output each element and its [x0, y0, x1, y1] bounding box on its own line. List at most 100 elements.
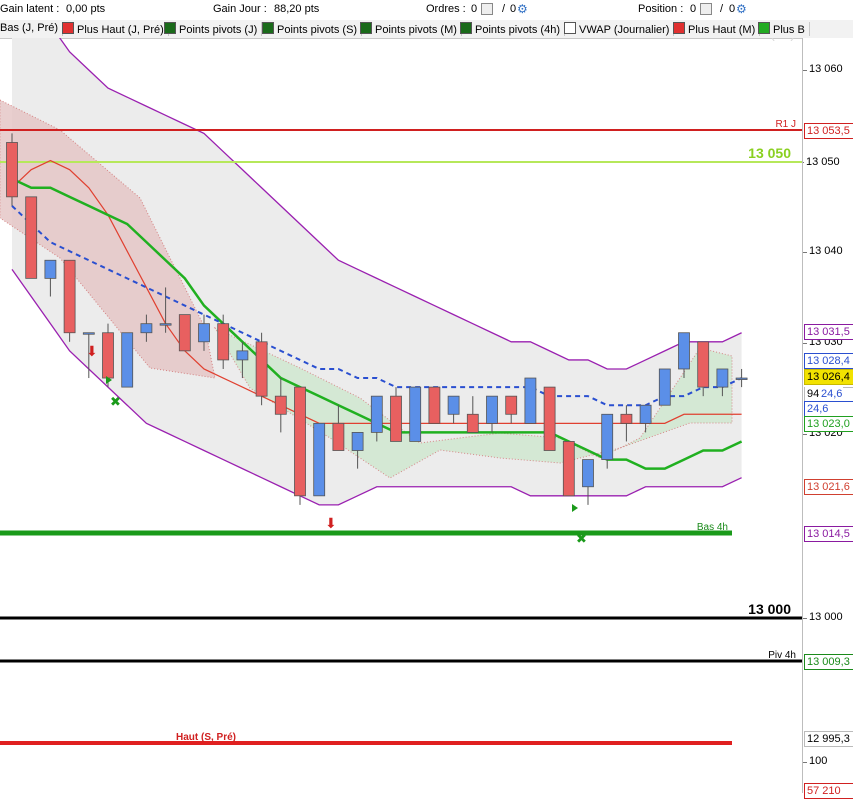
candle-bullish: [140, 323, 153, 334]
account-toolbar: Gain latent : 0,00 pts Gain Jour : 88,20…: [0, 0, 853, 21]
price-tag: 12 995,3: [804, 731, 853, 747]
price-tag: 13 031,5: [804, 324, 853, 340]
indicator-color-swatch: [673, 22, 685, 34]
candle-bullish: [44, 259, 57, 279]
price-tick-mark: [803, 434, 807, 435]
position-value-2: 0: [729, 3, 736, 15]
candle-bullish: [313, 422, 326, 497]
indicator-label: Points pivots (S): [277, 24, 358, 36]
price-tag: 24,6: [804, 401, 853, 417]
indicator-label: Bas (J, Pré): [0, 22, 59, 34]
indicator-label: Points pivots (4h): [475, 24, 560, 36]
price-chart-canvas: ⬇ ⬇ ✖ ✖ R1 J 13 050 Bas 4h 13 000 Piv 4h Haut (S,…: [0, 38, 802, 745]
gain-latent-label: Gain latent :: [0, 3, 60, 15]
candle-bearish: [543, 386, 556, 451]
candle-bullish: [658, 368, 671, 406]
sell-arrow-icon: ⬇: [325, 516, 337, 532]
position-value: 0: [690, 3, 697, 15]
candle-bullish: [601, 413, 614, 460]
indicator-item[interactable]: Plus B: [758, 22, 810, 36]
indicator-color-swatch: [262, 22, 274, 34]
indicator-item[interactable]: Plus Haut (J, Pré): [62, 22, 169, 36]
indicator-label: Plus Haut (M): [688, 24, 756, 36]
indicator-item[interactable]: Points pivots (M): [360, 22, 462, 36]
indicator-item[interactable]: Points pivots (S): [262, 22, 363, 36]
candle-bearish: [428, 386, 441, 424]
price-tick-label: 13 060: [809, 63, 843, 75]
gain-jour-value: 88,20 pts: [274, 3, 320, 15]
indicator-color-swatch: [564, 22, 576, 34]
price-axis[interactable]: 13 06013 05013 04013 03013 02013 0001001…: [802, 38, 853, 799]
candle-bearish: [620, 413, 633, 424]
price-tick-label: 13 040: [809, 245, 843, 257]
candle-bullish: [486, 395, 498, 424]
candle-bullish: [121, 332, 134, 388]
indicator-item[interactable]: Plus Haut (M): [673, 22, 761, 36]
candle-bearish: [332, 422, 345, 451]
price-tag: 13 014,5: [804, 526, 853, 542]
ordres-value: 0: [471, 3, 478, 15]
indicator-color-swatch: [758, 22, 770, 34]
price-tag: 13 009,3: [804, 654, 853, 670]
ordres-gear-icon[interactable]: ⚙: [517, 2, 528, 16]
candle-bearish: [505, 395, 518, 415]
ordres-pending-icon[interactable]: [479, 3, 495, 17]
candle-bullish: [735, 377, 748, 380]
candle-bearish: [63, 259, 76, 334]
gain-latent-value: 0,00 pts: [66, 3, 106, 15]
price-tick-mark: [803, 343, 807, 344]
haut-label: Haut (S, Pré): [176, 732, 236, 743]
instrument-watermark: US Tech 100 Cash (1€): [650, 38, 795, 41]
candle-bullish: [409, 386, 422, 442]
candle-bearish: [562, 441, 575, 497]
candle-bullish: [582, 459, 594, 488]
candle-bullish: [524, 377, 537, 424]
price-tag: 13 028,4: [804, 353, 853, 369]
candle-bearish: [697, 341, 710, 388]
candle-bearish: [217, 323, 230, 361]
price-tag: 13 026,4: [804, 369, 853, 385]
indicator-item[interactable]: VWAP (Journalier): [564, 22, 675, 36]
price-tag: 13 053,5: [804, 123, 853, 139]
price-chart[interactable]: ⬇ ⬇ ✖ ✖ R1 J 13 050 Bas 4h 13 000 Piv 4h Haut (S,…: [0, 38, 802, 793]
candle-bullish: [716, 368, 729, 388]
ordres-value-2: 0: [510, 3, 517, 15]
candle-bearish: [274, 395, 287, 415]
candle-bullish: [639, 404, 652, 424]
candle-bearish: [178, 314, 191, 352]
cross-marker-icon: ✖: [576, 532, 587, 547]
candle-bullish: [236, 350, 249, 361]
position-separator: /: [720, 3, 724, 15]
buy-triangle-icon: [572, 504, 578, 512]
ordres-label: Ordres :: [426, 3, 466, 15]
candle-bearish: [6, 142, 18, 198]
candle-bullish: [351, 431, 364, 451]
position-gear-icon[interactable]: ⚙: [736, 2, 747, 16]
indicator-label: VWAP (Journalier): [579, 24, 670, 36]
indicator-label: Points pivots (J): [179, 24, 258, 36]
price-tick-mark: [803, 252, 807, 253]
candle-bullish: [370, 395, 383, 433]
candle-bearish: [390, 395, 402, 442]
ordres-separator: /: [502, 3, 506, 15]
indicator-label: Points pivots (M): [375, 24, 457, 36]
candle-bullish: [198, 323, 210, 343]
candle-bullish: [447, 395, 460, 415]
level-13000-label: 13 000: [748, 601, 791, 617]
price-tick-label: 100: [809, 755, 828, 767]
indicator-item[interactable]: Points pivots (4h): [460, 22, 565, 36]
indicator-item[interactable]: Bas (J, Pré): [0, 22, 64, 36]
gain-jour-label: Gain Jour :: [213, 3, 267, 15]
price-tick-label: 13 000: [809, 611, 843, 623]
price-tag: 13 021,6: [804, 479, 853, 495]
candle-bearish: [25, 196, 38, 279]
price-tick-mark: [803, 618, 807, 619]
price-tick-mark: [803, 70, 807, 71]
bas-4h-label: Bas 4h: [697, 522, 728, 533]
level-13050-label: 13 050: [748, 145, 791, 161]
indicator-color-swatch: [360, 22, 372, 34]
indicator-item[interactable]: Points pivots (J): [164, 22, 263, 36]
position-pending-icon[interactable]: [698, 3, 714, 17]
sell-arrow-icon: ⬇: [86, 344, 98, 360]
candle-bearish: [466, 413, 479, 433]
